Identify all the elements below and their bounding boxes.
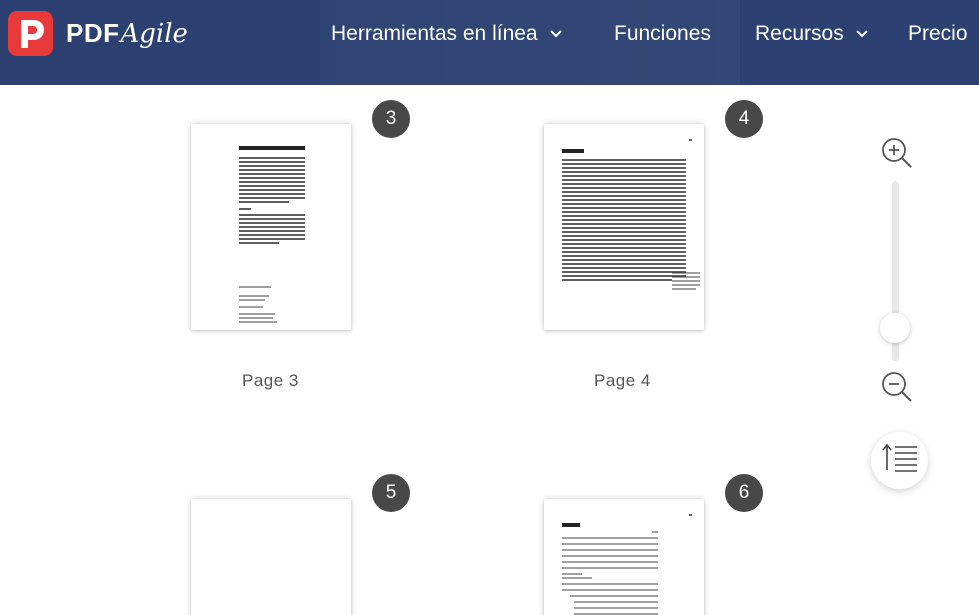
nav-item-price-label: Precio — [908, 22, 968, 45]
brand-logo[interactable]: PDF Agile — [8, 11, 188, 56]
zoom-out-icon[interactable] — [880, 370, 914, 404]
page-thumbnail-5[interactable] — [191, 499, 351, 615]
nav-item-resources[interactable]: Recursos — [755, 20, 868, 48]
brand-name-pdf: PDF — [66, 18, 120, 48]
table-of-contents-icon — [881, 443, 919, 478]
chevron-down-icon — [549, 30, 562, 38]
nav-item-functions-label: Funciones — [614, 22, 711, 45]
page-number-badge-3: 3 — [372, 100, 410, 138]
page-number-badge-6: 6 — [725, 474, 763, 512]
page-thumbnail-4[interactable] — [544, 124, 704, 330]
pdfagile-logo-icon — [8, 11, 53, 56]
page-number-badge-5: 5 — [372, 474, 410, 512]
page-label-3: Page 3 — [242, 371, 299, 390]
nav-item-price[interactable]: Precio — [908, 20, 968, 48]
nav-item-functions[interactable]: Funciones — [614, 20, 711, 48]
zoom-in-icon[interactable] — [880, 136, 914, 170]
zoom-slider-handle[interactable] — [880, 313, 910, 343]
brand-name-agile: Agile — [120, 19, 188, 49]
brand-name: PDF Agile — [66, 18, 188, 49]
nav-item-tools-label: Herramientas en línea — [331, 22, 538, 45]
page-number-badge-4: 4 — [725, 100, 763, 138]
table-of-contents-button[interactable] — [871, 432, 928, 489]
chevron-down-icon — [855, 30, 868, 38]
site-header: PDF Agile Herramientas en línea Funcione… — [0, 0, 979, 85]
page-thumbnail-6[interactable] — [544, 499, 704, 615]
page-label-4: Page 4 — [594, 371, 651, 390]
nav-item-resources-label: Recursos — [755, 22, 844, 45]
page-thumbnail-3[interactable] — [191, 124, 351, 330]
nav-item-tools[interactable]: Herramientas en línea — [331, 20, 562, 48]
